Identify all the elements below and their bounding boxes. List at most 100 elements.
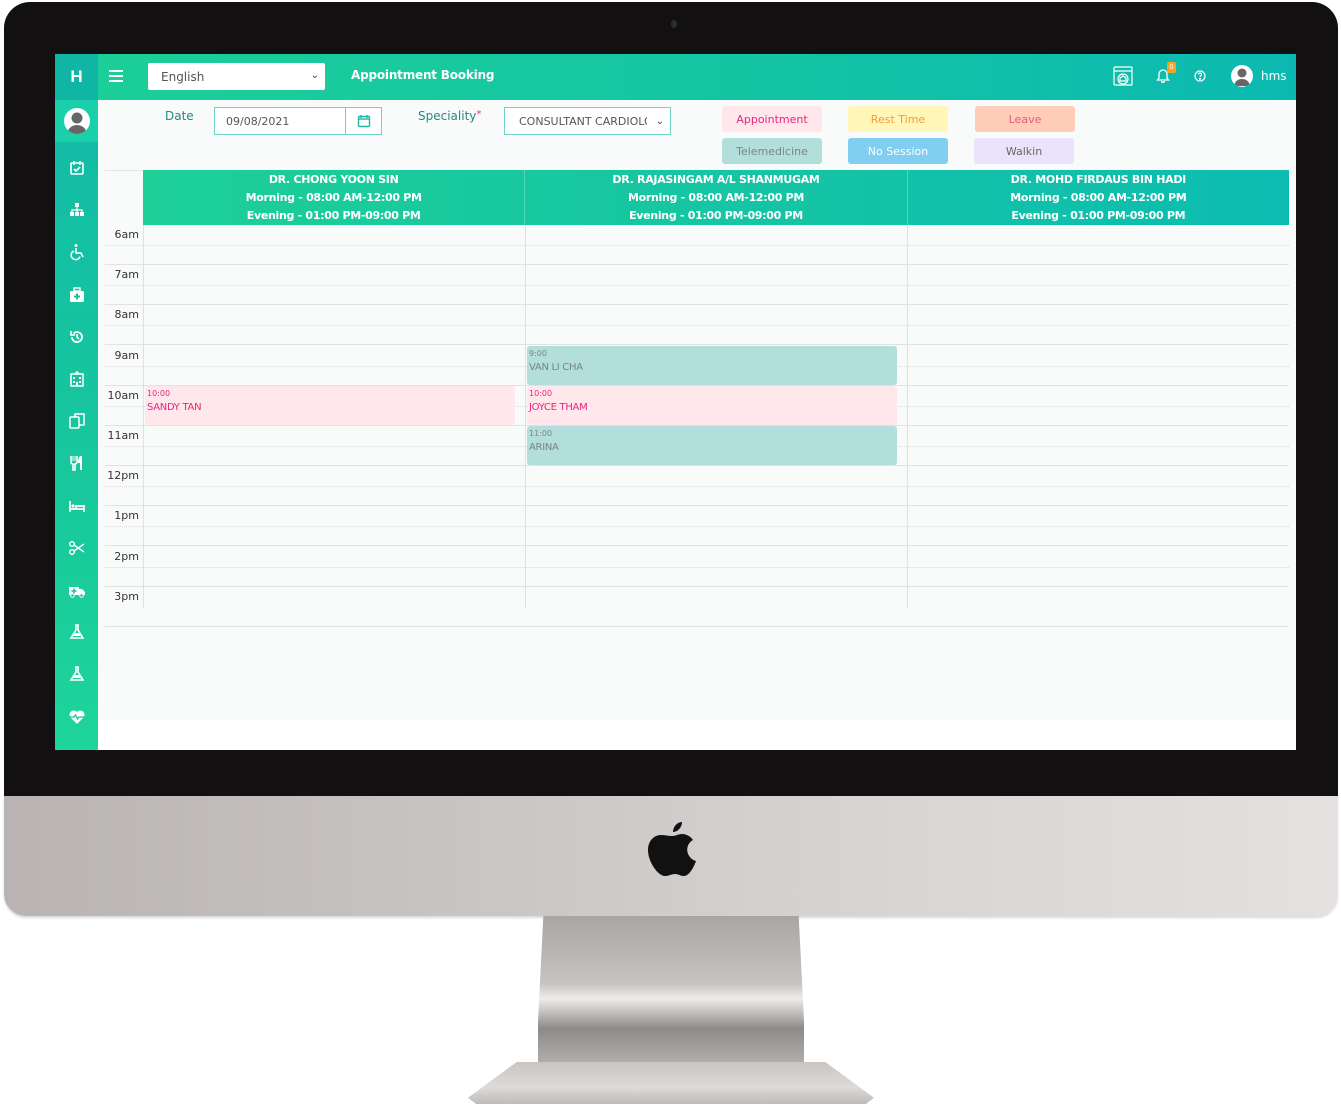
hospital-dashboard-icon[interactable] xyxy=(1112,65,1134,87)
main-content: Date 09/08/2021 Speciality* CONSULTANT C… xyxy=(98,100,1296,720)
legend-telemedicine: Telemedicine xyxy=(722,138,822,164)
legend-rest-time: Rest Time xyxy=(848,106,948,132)
appointment-event[interactable]: 10:00 SANDY TAN xyxy=(145,385,515,425)
medical-kit-icon xyxy=(69,286,84,302)
appointment-patient: VAN LI CHA xyxy=(529,361,583,373)
help-icon[interactable] xyxy=(1194,70,1206,82)
half-hour-line xyxy=(105,486,1289,488)
calendar-body: 6am 7am 8am 9am 10am 11am 12pm 1pm 2pm 3pm 10:00 SA… xyxy=(105,225,1289,627)
half-hour-line xyxy=(105,245,1289,246)
utensils-icon xyxy=(69,456,82,472)
doctor-morning: Morning - 08:00 AM-12:00 PM xyxy=(245,191,422,204)
hour-row[interactable]: 12pm xyxy=(105,466,1289,507)
speciality-value: CONSULTANT CARDIOLOGIST xyxy=(519,114,647,128)
apple-logo-icon xyxy=(648,822,696,876)
hour-row[interactable]: 1pm xyxy=(105,506,1289,547)
sidebar-item-utensils[interactable] xyxy=(55,448,98,478)
sidebar-item-flask[interactable] xyxy=(55,617,98,647)
menu-toggle-button[interactable] xyxy=(109,68,123,84)
user-icon xyxy=(66,112,87,134)
hour-label: 11am xyxy=(107,429,139,442)
sidebar-avatar xyxy=(63,108,90,134)
heartbeat-icon xyxy=(68,710,85,724)
monitor-stand-neck xyxy=(538,916,804,1066)
top-bar: H English ⌄ Appointment Booking 0 hms xyxy=(55,54,1296,100)
hour-label: 1pm xyxy=(114,509,139,523)
hour-label: 9am xyxy=(114,348,139,362)
sidebar-item-history[interactable] xyxy=(55,322,98,352)
hour-row[interactable]: 6am xyxy=(105,225,1289,265)
doctor-name: DR. RAJASINGAM A/L SHANMUGAM xyxy=(612,173,820,186)
calendar-corner xyxy=(105,170,143,225)
sidebar-item-sitemap[interactable] xyxy=(55,195,98,225)
chevron-down-icon: ⌄ xyxy=(310,70,319,81)
speciality-label: Speciality* xyxy=(418,109,482,123)
sidebar-profile[interactable] xyxy=(55,100,98,142)
column-divider xyxy=(907,225,908,608)
hour-label: 12pm xyxy=(107,469,139,483)
sitemap-icon xyxy=(69,203,84,217)
user-avatar[interactable] xyxy=(1231,65,1253,87)
doctor-column-header: DR. RAJASINGAM A/L SHANMUGAM Morning - 08… xyxy=(525,170,908,225)
hour-label: 8am xyxy=(114,308,139,322)
brand-logo[interactable]: H xyxy=(55,54,98,100)
hour-label: 2pm xyxy=(114,549,139,563)
appointment-calendar: DR. CHONG YOON SIN Morning - 08:00 AM-12:… xyxy=(105,170,1289,627)
notification-badge: 0 xyxy=(1167,62,1176,73)
appointment-patient: JOYCE THAM xyxy=(529,401,588,413)
screen: H English ⌄ Appointment Booking 0 hms Da… xyxy=(55,54,1296,750)
appointment-event[interactable]: 11:00 ARINA xyxy=(527,426,897,465)
scissors-icon xyxy=(68,540,84,555)
hour-label: 10am xyxy=(107,388,139,402)
ambulance-icon xyxy=(68,587,85,598)
bed-icon xyxy=(68,500,85,512)
legend-no-session: No Session xyxy=(848,138,948,164)
flask-icon xyxy=(69,624,84,639)
hour-row[interactable]: 3pm xyxy=(105,587,1289,627)
half-hour-line xyxy=(105,325,1289,327)
hour-row[interactable]: 7am xyxy=(105,265,1289,306)
appointment-event[interactable]: 9:00 VAN LI CHA xyxy=(527,345,897,385)
sidebar-item-flask[interactable] xyxy=(55,659,98,689)
sidebar-item-copy-documents[interactable] xyxy=(55,406,98,436)
sidebar-item-wheelchair[interactable] xyxy=(55,237,98,267)
sidebar-item-calendar-check[interactable] xyxy=(55,153,98,183)
date-input[interactable]: 09/08/2021 xyxy=(214,107,345,135)
doctor-evening: Evening - 01:00 PM-09:00 PM xyxy=(629,209,803,222)
doctor-morning: Morning - 08:00 AM-12:00 PM xyxy=(1010,191,1187,204)
hour-row[interactable]: 8am xyxy=(105,305,1289,346)
doctor-name: DR. MOHD FIRDAUS BIN HADI xyxy=(1010,173,1187,186)
hour-row[interactable]: 2pm xyxy=(105,547,1289,587)
flask-icon xyxy=(69,666,84,682)
half-hour-line xyxy=(105,526,1289,528)
user-icon xyxy=(1234,68,1250,86)
hour-label: 3pm xyxy=(114,589,139,603)
doctor-name: DR. CHONG YOON SIN xyxy=(268,173,399,186)
history-icon xyxy=(69,330,83,343)
appointment-event[interactable]: 10:00 JOYCE THAM xyxy=(527,385,897,425)
appointment-patient: ARINA xyxy=(529,442,559,453)
sidebar-item-medical-kit[interactable] xyxy=(55,280,98,310)
sidebar-item-more[interactable] xyxy=(55,744,98,750)
language-select[interactable]: English ⌄ xyxy=(148,63,325,90)
sidebar xyxy=(55,100,98,750)
doctor-morning: Morning - 08:00 AM-12:00 PM xyxy=(627,191,805,204)
sidebar-item-bed[interactable] xyxy=(55,491,98,521)
appointment-time: 9:00 xyxy=(529,348,547,358)
legend-walkin: Walkin xyxy=(974,138,1074,164)
sidebar-item-hospital-building[interactable] xyxy=(55,364,98,394)
language-value: English xyxy=(161,69,205,84)
hour-label: 7am xyxy=(114,268,139,282)
half-hour-line xyxy=(105,566,1289,568)
hamburger-icon xyxy=(109,70,123,72)
chevron-down-icon: ⌄ xyxy=(655,116,664,127)
sidebar-item-heartbeat[interactable] xyxy=(55,702,98,732)
content-footer-space xyxy=(98,720,1296,750)
copy-documents-icon xyxy=(68,413,85,429)
sidebar-item-scissors[interactable] xyxy=(55,533,98,563)
sidebar-item-ambulance[interactable] xyxy=(55,575,98,605)
username[interactable]: hms xyxy=(1261,69,1287,83)
speciality-select[interactable]: CONSULTANT CARDIOLOGIST ⌄ xyxy=(504,107,671,135)
date-picker-button[interactable] xyxy=(345,107,382,135)
column-divider xyxy=(525,225,526,608)
